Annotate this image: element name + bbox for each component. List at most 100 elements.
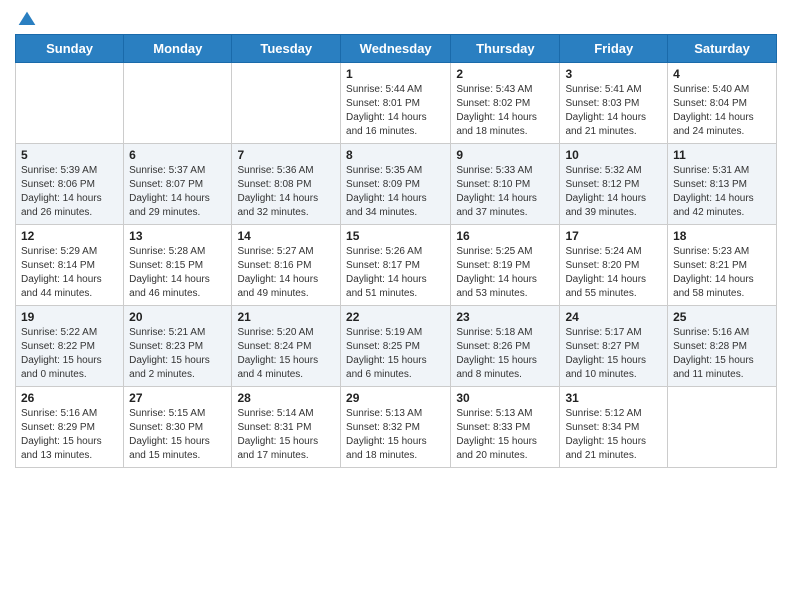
- day-number: 10: [565, 148, 662, 162]
- day-number: 16: [456, 229, 554, 243]
- day-number: 17: [565, 229, 662, 243]
- day-number: 22: [346, 310, 445, 324]
- calendar-cell: 17 Sunrise: 5:24 AM Sunset: 8:20 PM Dayli…: [560, 225, 668, 306]
- day-number: 7: [237, 148, 335, 162]
- cell-info: Sunrise: 5:39 AM Sunset: 8:06 PM Dayligh…: [21, 164, 118, 220]
- day-number: 29: [346, 391, 445, 405]
- cell-info: Sunrise: 5:15 AM Sunset: 8:30 PM Dayligh…: [129, 407, 226, 463]
- cell-info: Sunrise: 5:21 AM Sunset: 8:23 PM Dayligh…: [129, 326, 226, 382]
- cell-info: Sunrise: 5:13 AM Sunset: 8:33 PM Dayligh…: [456, 407, 554, 463]
- calendar-cell: [16, 63, 124, 144]
- calendar-cell: 13 Sunrise: 5:28 AM Sunset: 8:15 PM Dayli…: [124, 225, 232, 306]
- calendar-cell: 30 Sunrise: 5:13 AM Sunset: 8:33 PM Dayli…: [451, 387, 560, 468]
- calendar-cell: 16 Sunrise: 5:25 AM Sunset: 8:19 PM Dayli…: [451, 225, 560, 306]
- day-number: 15: [346, 229, 445, 243]
- day-number: 20: [129, 310, 226, 324]
- cell-info: Sunrise: 5:25 AM Sunset: 8:19 PM Dayligh…: [456, 245, 554, 301]
- calendar-cell: 4Sunrise: 5:40 AM Sunset: 8:04 PM Daylig…: [668, 63, 777, 144]
- logo: [15, 10, 37, 26]
- cell-info: Sunrise: 5:26 AM Sunset: 8:17 PM Dayligh…: [346, 245, 445, 301]
- day-header-tuesday: Tuesday: [232, 35, 341, 63]
- day-header-thursday: Thursday: [451, 35, 560, 63]
- cell-info: Sunrise: 5:40 AM Sunset: 8:04 PM Dayligh…: [673, 83, 771, 139]
- day-number: 27: [129, 391, 226, 405]
- calendar-cell: [232, 63, 341, 144]
- calendar-cell: 22 Sunrise: 5:19 AM Sunset: 8:25 PM Dayli…: [341, 306, 451, 387]
- day-number: 14: [237, 229, 335, 243]
- cell-info: Sunrise: 5:41 AM Sunset: 8:03 PM Dayligh…: [565, 83, 662, 139]
- cell-info: Sunrise: 5:20 AM Sunset: 8:24 PM Dayligh…: [237, 326, 335, 382]
- cell-info: Sunrise: 5:31 AM Sunset: 8:13 PM Dayligh…: [673, 164, 771, 220]
- calendar-cell: 10 Sunrise: 5:32 AM Sunset: 8:12 PM Dayli…: [560, 144, 668, 225]
- day-number: 13: [129, 229, 226, 243]
- calendar-cell: 29 Sunrise: 5:13 AM Sunset: 8:32 PM Dayli…: [341, 387, 451, 468]
- day-number: 30: [456, 391, 554, 405]
- day-header-monday: Monday: [124, 35, 232, 63]
- day-header-wednesday: Wednesday: [341, 35, 451, 63]
- calendar-cell: 15 Sunrise: 5:26 AM Sunset: 8:17 PM Dayli…: [341, 225, 451, 306]
- calendar-cell: [668, 387, 777, 468]
- cell-info: Sunrise: 5:22 AM Sunset: 8:22 PM Dayligh…: [21, 326, 118, 382]
- day-number: 12: [21, 229, 118, 243]
- cell-info: Sunrise: 5:28 AM Sunset: 8:15 PM Dayligh…: [129, 245, 226, 301]
- day-number: 9: [456, 148, 554, 162]
- cell-info: Sunrise: 5:17 AM Sunset: 8:27 PM Dayligh…: [565, 326, 662, 382]
- calendar-cell: 12Sunrise: 5:29 AM Sunset: 8:14 PM Dayli…: [16, 225, 124, 306]
- cell-info: Sunrise: 5:32 AM Sunset: 8:12 PM Dayligh…: [565, 164, 662, 220]
- day-number: 31: [565, 391, 662, 405]
- day-number: 18: [673, 229, 771, 243]
- calendar-cell: 5 Sunrise: 5:39 AM Sunset: 8:06 PM Daylig…: [16, 144, 124, 225]
- calendar-cell: 25 Sunrise: 5:16 AM Sunset: 8:28 PM Dayli…: [668, 306, 777, 387]
- logo-icon: [17, 10, 37, 30]
- calendar-cell: 24 Sunrise: 5:17 AM Sunset: 8:27 PM Dayli…: [560, 306, 668, 387]
- day-number: 21: [237, 310, 335, 324]
- calendar-cell: 28Sunrise: 5:14 AM Sunset: 8:31 PM Dayli…: [232, 387, 341, 468]
- calendar-cell: 8Sunrise: 5:35 AM Sunset: 8:09 PM Daylig…: [341, 144, 451, 225]
- cell-info: Sunrise: 5:35 AM Sunset: 8:09 PM Dayligh…: [346, 164, 445, 220]
- day-number: 24: [565, 310, 662, 324]
- day-number: 11: [673, 148, 771, 162]
- day-number: 26: [21, 391, 118, 405]
- day-number: 19: [21, 310, 118, 324]
- calendar-cell: 26 Sunrise: 5:16 AM Sunset: 8:29 PM Dayli…: [16, 387, 124, 468]
- cell-info: Sunrise: 5:16 AM Sunset: 8:29 PM Dayligh…: [21, 407, 118, 463]
- calendar-cell: 1 Sunrise: 5:44 AM Sunset: 8:01 PM Daylig…: [341, 63, 451, 144]
- calendar-cell: 9 Sunrise: 5:33 AM Sunset: 8:10 PM Daylig…: [451, 144, 560, 225]
- calendar-cell: 6 Sunrise: 5:37 AM Sunset: 8:07 PM Daylig…: [124, 144, 232, 225]
- calendar-cell: 7Sunrise: 5:36 AM Sunset: 8:08 PM Daylig…: [232, 144, 341, 225]
- day-number: 1: [346, 67, 445, 81]
- calendar-cell: [124, 63, 232, 144]
- cell-info: Sunrise: 5:13 AM Sunset: 8:32 PM Dayligh…: [346, 407, 445, 463]
- cell-info: Sunrise: 5:44 AM Sunset: 8:01 PM Dayligh…: [346, 83, 445, 139]
- day-number: 3: [565, 67, 662, 81]
- day-header-saturday: Saturday: [668, 35, 777, 63]
- cell-info: Sunrise: 5:24 AM Sunset: 8:20 PM Dayligh…: [565, 245, 662, 301]
- cell-info: Sunrise: 5:23 AM Sunset: 8:21 PM Dayligh…: [673, 245, 771, 301]
- calendar-cell: 21 Sunrise: 5:20 AM Sunset: 8:24 PM Dayli…: [232, 306, 341, 387]
- cell-info: Sunrise: 5:18 AM Sunset: 8:26 PM Dayligh…: [456, 326, 554, 382]
- day-header-sunday: Sunday: [16, 35, 124, 63]
- calendar-cell: 2 Sunrise: 5:43 AM Sunset: 8:02 PM Daylig…: [451, 63, 560, 144]
- calendar-cell: 23 Sunrise: 5:18 AM Sunset: 8:26 PM Dayli…: [451, 306, 560, 387]
- calendar: SundayMondayTuesdayWednesdayThursdayFrid…: [15, 34, 777, 468]
- day-number: 5: [21, 148, 118, 162]
- calendar-cell: 27 Sunrise: 5:15 AM Sunset: 8:30 PM Dayli…: [124, 387, 232, 468]
- calendar-cell: 14Sunrise: 5:27 AM Sunset: 8:16 PM Dayli…: [232, 225, 341, 306]
- cell-info: Sunrise: 5:33 AM Sunset: 8:10 PM Dayligh…: [456, 164, 554, 220]
- cell-info: Sunrise: 5:19 AM Sunset: 8:25 PM Dayligh…: [346, 326, 445, 382]
- cell-info: Sunrise: 5:16 AM Sunset: 8:28 PM Dayligh…: [673, 326, 771, 382]
- cell-info: Sunrise: 5:37 AM Sunset: 8:07 PM Dayligh…: [129, 164, 226, 220]
- day-number: 6: [129, 148, 226, 162]
- calendar-cell: 3 Sunrise: 5:41 AM Sunset: 8:03 PM Daylig…: [560, 63, 668, 144]
- day-number: 25: [673, 310, 771, 324]
- calendar-cell: 19 Sunrise: 5:22 AM Sunset: 8:22 PM Dayli…: [16, 306, 124, 387]
- cell-info: Sunrise: 5:43 AM Sunset: 8:02 PM Dayligh…: [456, 83, 554, 139]
- day-number: 2: [456, 67, 554, 81]
- day-header-friday: Friday: [560, 35, 668, 63]
- calendar-cell: 18 Sunrise: 5:23 AM Sunset: 8:21 PM Dayli…: [668, 225, 777, 306]
- cell-info: Sunrise: 5:12 AM Sunset: 8:34 PM Dayligh…: [565, 407, 662, 463]
- day-number: 23: [456, 310, 554, 324]
- calendar-cell: 11 Sunrise: 5:31 AM Sunset: 8:13 PM Dayli…: [668, 144, 777, 225]
- calendar-cell: 31 Sunrise: 5:12 AM Sunset: 8:34 PM Dayli…: [560, 387, 668, 468]
- day-number: 28: [237, 391, 335, 405]
